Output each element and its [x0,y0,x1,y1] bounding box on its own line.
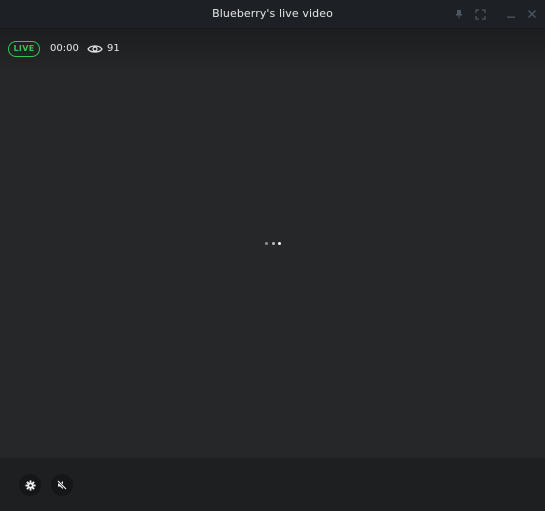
loading-dot [278,241,281,245]
viewer-counter: 91 [87,42,120,56]
stream-info-bar: LIVE 00:00 91 [0,29,545,74]
speaker-muted-icon [57,480,67,490]
viewer-count: 91 [107,43,120,54]
settings-button[interactable] [19,474,41,496]
loading-indicator [265,241,281,245]
elapsed-time: 00:00 [50,43,79,54]
gear-icon [24,479,36,491]
mute-button[interactable] [51,474,73,496]
pin-icon [456,10,462,19]
live-video-window: Blueberry's live video LIVE 00:00 91 [0,0,545,511]
close-icon [528,10,536,18]
minimize-icon [507,16,515,18]
eye-icon [87,44,103,54]
expand-icon [474,8,486,20]
title-bar[interactable]: Blueberry's live video [0,0,545,29]
loading-dot [265,241,268,245]
video-player[interactable] [0,74,545,458]
pin-button[interactable] [451,6,467,22]
live-badge: LIVE [8,41,40,57]
minimize-button[interactable] [503,6,519,22]
expand-button[interactable] [472,6,488,22]
loading-dot [271,241,275,245]
control-bar [0,458,545,511]
close-button[interactable] [524,6,540,22]
